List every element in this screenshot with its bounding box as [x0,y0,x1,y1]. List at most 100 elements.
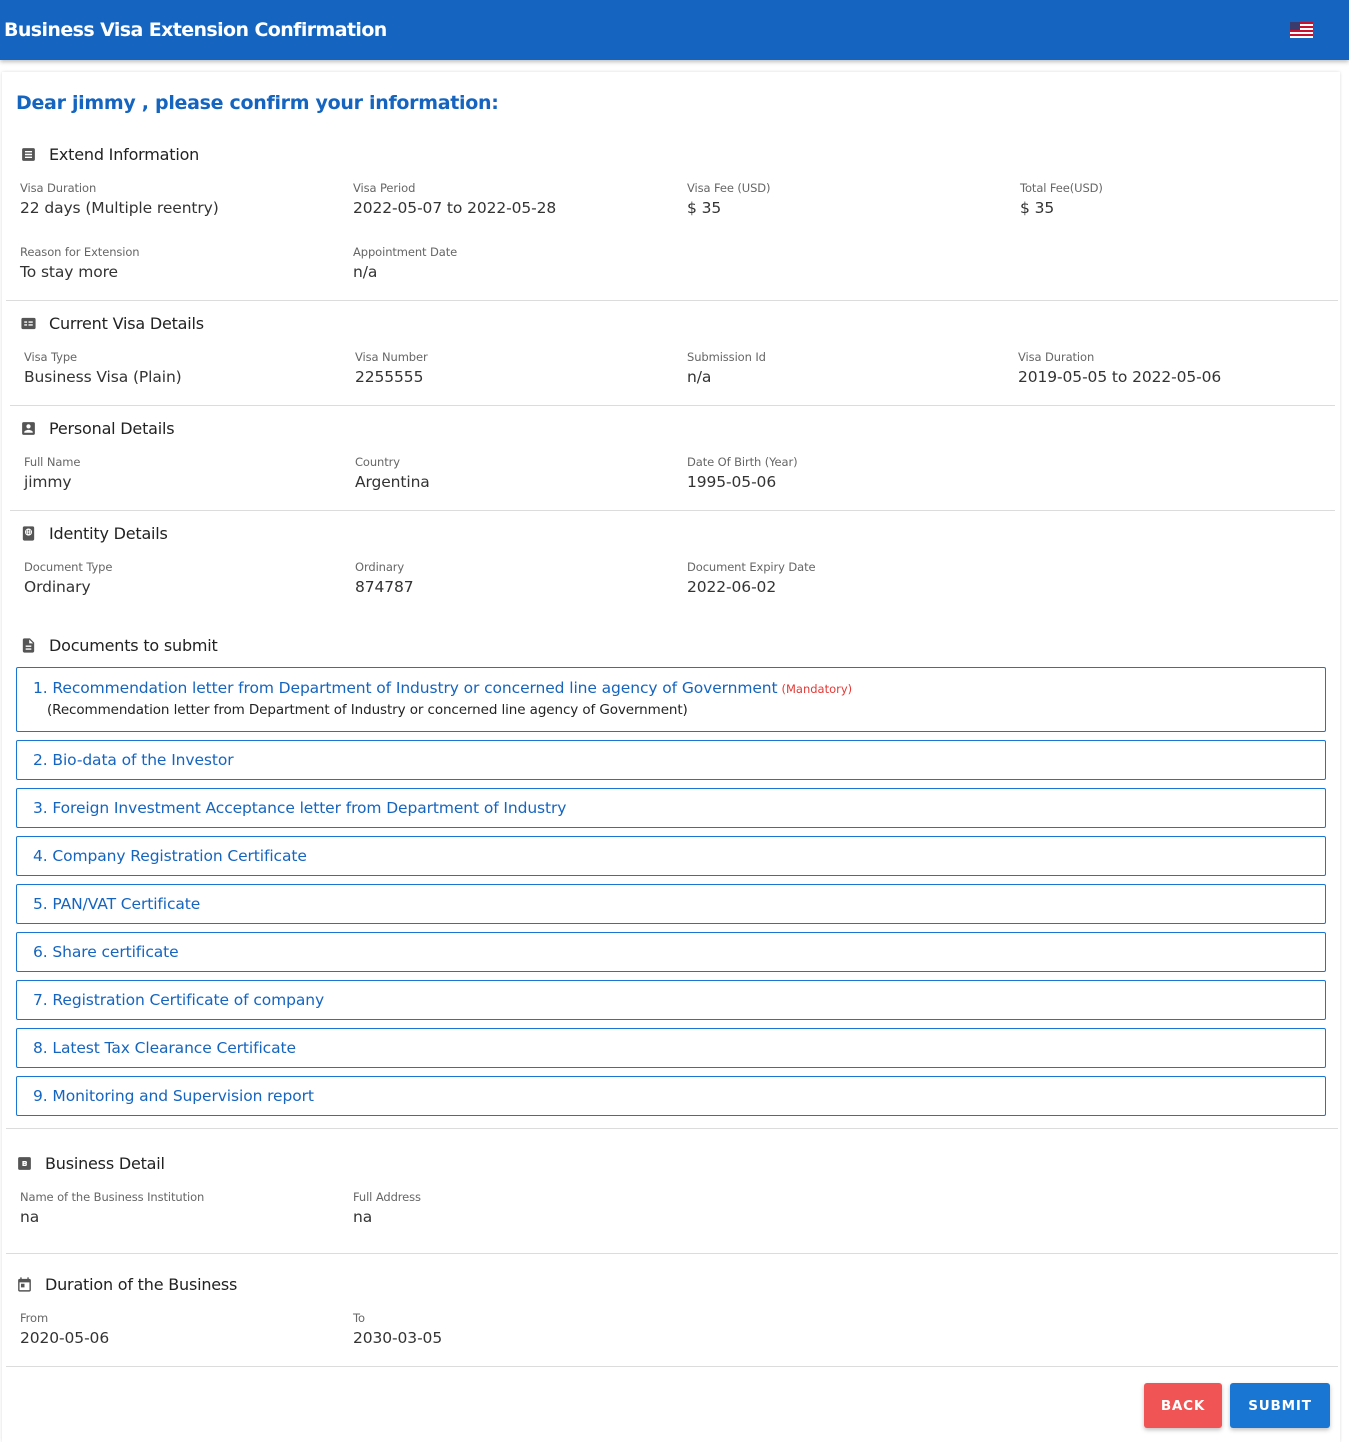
field-value: 2020-05-06 [20,1329,110,1347]
field-label: Country [355,455,400,469]
current-visa-duration-field: Visa Duration 2019-05-05 to 2022-05-06 [1018,350,1221,387]
field-value: na [353,1208,373,1226]
field-value: To stay more [20,263,118,281]
us-flag-icon[interactable] [1290,22,1313,38]
field-label: Visa Number [355,350,428,364]
full-address-field: Full Address na [353,1190,421,1227]
business-duration-title: Duration of the Business [16,1275,237,1294]
document-item-9[interactable]: 9. Monitoring and Supervision report [16,1076,1326,1116]
section-title-text: Personal Details [49,419,175,438]
document-item-2[interactable]: 2. Bio-data of the Investor [16,740,1326,780]
document-type-field: Document Type Ordinary [24,560,112,597]
field-value: Ordinary [24,578,91,596]
document-label[interactable]: 6. Share certificate [33,943,179,961]
document-item-5[interactable]: 5. PAN/VAT Certificate [16,884,1326,924]
ordinary-field: Ordinary 874787 [355,560,414,597]
section-title-text: Duration of the Business [45,1275,238,1294]
visa-period-field: Visa Period 2022-05-07 to 2022-05-28 [353,181,556,218]
field-label: Full Name [24,455,81,469]
field-label: Reason for Extension [20,245,140,259]
field-value: 2255555 [355,368,424,386]
field-value: $ 35 [1020,199,1055,217]
field-label: Submission Id [687,350,766,364]
document-label[interactable]: 5. PAN/VAT Certificate [33,895,200,913]
document-label[interactable]: 1. Recommendation letter from Department… [33,679,778,697]
calendar-icon [16,1276,33,1293]
identity-details-title: Identity Details [20,524,168,543]
field-value: Business Visa (Plain) [24,368,182,386]
document-item-3[interactable]: 3. Foreign Investment Acceptance letter … [16,788,1326,828]
from-date-field: From 2020-05-06 [20,1311,109,1348]
field-label: Date Of Birth (Year) [687,455,798,469]
document-label[interactable]: 9. Monitoring and Supervision report [33,1087,314,1105]
section-title-text: Current Visa Details [49,314,204,333]
divider [6,1128,1338,1129]
document-item-6[interactable]: 6. Share certificate [16,932,1326,972]
field-label: Ordinary [355,560,405,574]
document-item-8[interactable]: 8. Latest Tax Clearance Certificate [16,1028,1326,1068]
field-label: Name of the Business Institution [20,1190,205,1204]
to-date-field: To 2030-03-05 [353,1311,442,1348]
document-item-4[interactable]: 4. Company Registration Certificate [16,836,1326,876]
field-label: Document Expiry Date [687,560,816,574]
app-header: Business Visa Extension Confirmation [0,0,1349,60]
letter-b-box-icon [16,1155,33,1172]
section-title-text: Business Detail [45,1154,165,1173]
document-label[interactable]: 8. Latest Tax Clearance Certificate [33,1039,296,1057]
document-label[interactable]: 3. Foreign Investment Acceptance letter … [33,799,566,817]
list-box-icon [20,146,37,163]
divider [10,510,1335,511]
field-value: jimmy [24,473,72,491]
field-label: Total Fee(USD) [1020,181,1103,195]
mandatory-tag: (Mandatory) [781,682,853,696]
visa-fee-field: Visa Fee (USD) $ 35 [687,181,771,218]
visa-number-field: Visa Number 2255555 [355,350,428,387]
field-label: Visa Duration [1018,350,1095,364]
field-value: n/a [353,263,378,281]
page-title: Business Visa Extension Confirmation [4,19,387,41]
divider [6,300,1338,301]
field-label: To [353,1311,365,1325]
date-of-birth-field: Date Of Birth (Year) 1995-05-06 [687,455,798,492]
passport-icon [20,525,37,542]
document-description: (Recommendation letter from Department o… [47,702,688,718]
document-label[interactable]: 2. Bio-data of the Investor [33,751,234,769]
business-detail-title: Business Detail [16,1154,165,1173]
section-title-text: Identity Details [49,524,168,543]
submission-id-field: Submission Id n/a [687,350,766,387]
back-button[interactable]: BACK [1144,1383,1222,1428]
document-item-1[interactable]: 1. Recommendation letter from Department… [16,667,1326,732]
account-box-icon [20,420,37,437]
country-field: Country Argentina [355,455,430,492]
field-label: Appointment Date [353,245,458,259]
submit-button[interactable]: SUBMIT [1230,1383,1330,1428]
card-details-icon [20,315,37,332]
field-label: Document Type [24,560,113,574]
field-value: $ 35 [687,199,722,217]
field-value: 1995-05-06 [687,473,777,491]
field-value: Argentina [355,473,430,491]
section-title-text: Documents to submit [49,636,218,655]
field-label: Visa Period [353,181,416,195]
field-value: 2030-03-05 [353,1329,443,1347]
document-item-7[interactable]: 7. Registration Certificate of company [16,980,1326,1020]
reason-field: Reason for Extension To stay more [20,245,140,282]
document-expiry-field: Document Expiry Date 2022-06-02 [687,560,816,597]
document-label[interactable]: 4. Company Registration Certificate [33,847,307,865]
greeting-heading: Dear jimmy , please confirm your informa… [16,92,499,114]
appointment-date-field: Appointment Date n/a [353,245,457,282]
file-document-icon [20,637,37,654]
visa-type-field: Visa Type Business Visa (Plain) [24,350,182,387]
document-label[interactable]: 7. Registration Certificate of company [33,991,324,1009]
total-fee-field: Total Fee(USD) $ 35 [1020,181,1103,218]
field-value: 2019-05-05 to 2022-05-06 [1018,368,1222,386]
divider [10,405,1335,406]
field-value: na [20,1208,40,1226]
current-visa-title: Current Visa Details [20,314,204,333]
field-label: Visa Duration [20,181,97,195]
field-value: 874787 [355,578,414,596]
field-label: Visa Type [24,350,78,364]
extend-info-title: Extend Information [20,145,199,164]
field-value: 22 days (Multiple reentry) [20,199,219,217]
divider [6,1366,1338,1367]
